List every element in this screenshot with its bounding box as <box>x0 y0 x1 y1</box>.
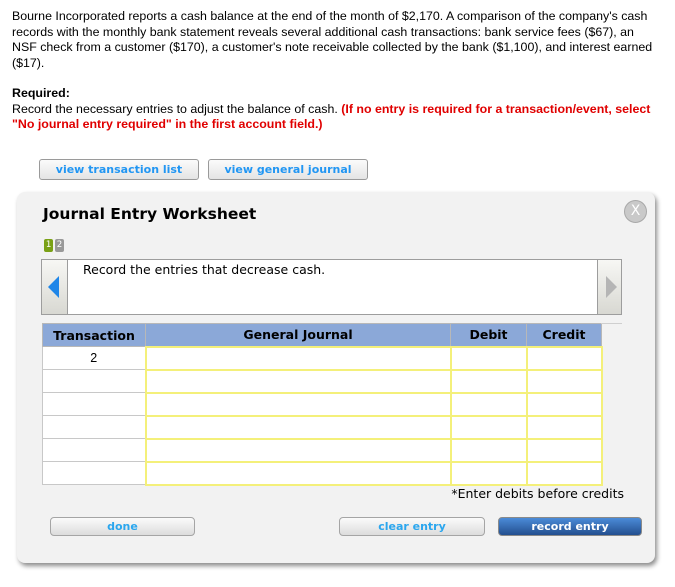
required-label: Required: <box>12 86 70 100</box>
account-input[interactable] <box>146 418 450 438</box>
debits-note: *Enter debits before credits <box>451 486 624 501</box>
table-row <box>42 437 603 463</box>
debit-cell <box>449 460 528 486</box>
previous-button[interactable] <box>42 260 68 314</box>
debit-input[interactable] <box>451 418 526 438</box>
prompt-box: Record the entries that decrease cash. <box>41 259 621 315</box>
credit-input[interactable] <box>527 395 601 415</box>
transaction-cell: 2 <box>42 346 146 370</box>
table-row <box>42 460 603 486</box>
credit-input[interactable] <box>527 464 601 484</box>
transaction-cell <box>42 392 146 416</box>
credit-cell <box>525 368 603 394</box>
debit-input[interactable] <box>451 441 526 461</box>
done-button[interactable]: done <box>50 517 195 536</box>
debit-input[interactable] <box>451 349 526 369</box>
account-cell <box>144 437 452 463</box>
step-indicator: 1 2 <box>44 239 64 252</box>
transaction-cell <box>42 369 146 393</box>
debit-cell <box>449 368 528 394</box>
credit-cell <box>525 391 603 417</box>
credit-input[interactable] <box>527 441 601 461</box>
credit-cell <box>525 437 603 463</box>
view-transaction-list-button[interactable]: view transaction list <box>39 159 199 180</box>
table-row <box>42 414 603 440</box>
credit-cell <box>525 414 603 440</box>
journal-table: Transaction General Journal Debit Credit… <box>42 323 603 486</box>
debit-cell <box>449 391 528 417</box>
transaction-cell <box>42 438 146 462</box>
step-2[interactable]: 2 <box>55 239 64 252</box>
header-credit: Credit <box>526 323 602 347</box>
required-instructions: Record the necessary entries to adjust t… <box>12 102 662 133</box>
credit-input[interactable] <box>527 349 601 369</box>
prompt-text: Record the entries that decrease cash. <box>83 262 326 277</box>
account-cell <box>144 414 452 440</box>
transaction-cell <box>42 461 146 485</box>
transaction-cell <box>42 415 146 439</box>
problem-paragraph: Bourne Incorporated reports a cash balan… <box>12 9 653 70</box>
header-divider <box>601 323 622 324</box>
account-cell <box>144 391 452 417</box>
account-input[interactable] <box>146 349 450 369</box>
required-text: Record the necessary entries to adjust t… <box>12 101 338 116</box>
close-icon[interactable]: X <box>624 200 647 223</box>
clear-entry-button[interactable]: clear entry <box>339 517 485 536</box>
account-input[interactable] <box>146 441 450 461</box>
debit-input[interactable] <box>451 395 526 415</box>
account-input[interactable] <box>146 372 450 392</box>
account-cell <box>144 460 452 486</box>
account-input[interactable] <box>146 464 450 484</box>
view-general-journal-button[interactable]: view general journal <box>208 159 368 180</box>
account-cell <box>144 345 452 371</box>
account-input[interactable] <box>146 395 450 415</box>
credit-cell <box>525 345 603 371</box>
debit-cell <box>449 437 528 463</box>
arrow-left-icon <box>48 276 59 298</box>
table-row <box>42 391 603 417</box>
arrow-right-icon <box>606 276 617 298</box>
next-button[interactable] <box>597 259 622 315</box>
problem-statement: Bourne Incorporated reports a cash balan… <box>12 9 662 133</box>
account-cell <box>144 368 452 394</box>
debit-input[interactable] <box>451 464 526 484</box>
step-1[interactable]: 1 <box>44 239 53 252</box>
journal-entry-worksheet: Journal Entry Worksheet X 1 2 Record the… <box>17 192 655 563</box>
table-row: 2 <box>42 345 603 371</box>
credit-input[interactable] <box>527 418 601 438</box>
worksheet-title: Journal Entry Worksheet <box>43 205 257 223</box>
table-row <box>42 368 603 394</box>
record-entry-button[interactable]: record entry <box>498 517 642 536</box>
debit-cell <box>449 414 528 440</box>
table-header-row: Transaction General Journal Debit Credit <box>42 323 602 347</box>
debit-input[interactable] <box>451 372 526 392</box>
header-general-journal: General Journal <box>145 323 451 347</box>
credit-cell <box>525 460 603 486</box>
debit-cell <box>449 345 528 371</box>
credit-input[interactable] <box>527 372 601 392</box>
header-debit: Debit <box>450 323 527 347</box>
header-transaction: Transaction <box>42 323 146 347</box>
